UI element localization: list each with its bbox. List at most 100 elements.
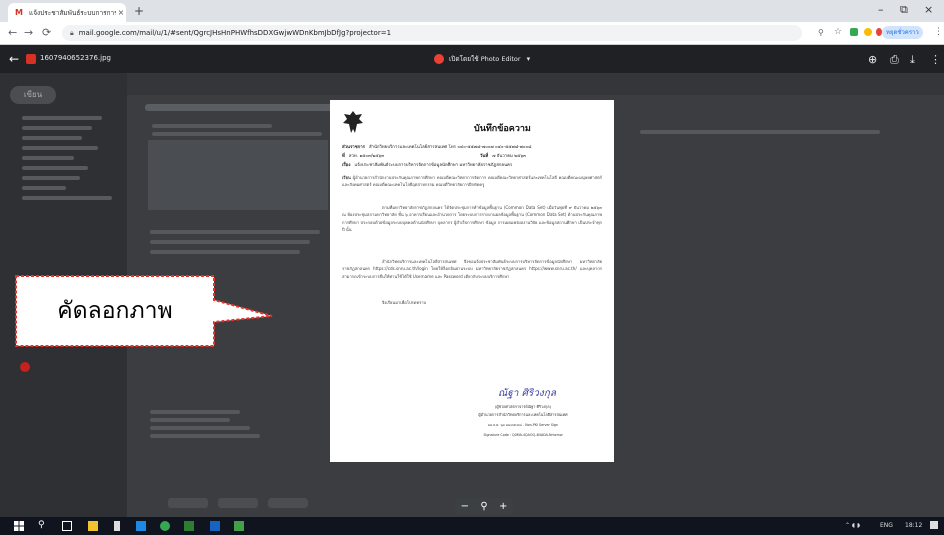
- chrome-icon[interactable]: [160, 521, 170, 531]
- sidebar-item: [22, 126, 92, 130]
- reply-all-button[interactable]: [218, 498, 258, 508]
- zoom-icon[interactable]: ⚲: [480, 501, 487, 512]
- email-body-line: [152, 132, 322, 136]
- browser-tab-strip: M แจ้งประชาสัมพันธ์ระบบการการบริหาร × + …: [0, 0, 944, 22]
- clock[interactable]: 18:12: [905, 522, 922, 529]
- lock-icon: 🔒︎: [70, 29, 74, 37]
- menu-icon[interactable]: ⋮: [934, 27, 943, 37]
- sidebar-item: [22, 136, 82, 140]
- email-footer-line: [150, 434, 260, 438]
- forward-button[interactable]: [268, 498, 308, 508]
- zoom-out-button[interactable]: −: [461, 501, 469, 512]
- gmail-header: [127, 73, 944, 95]
- file-name: 1607940652376.jpg: [40, 54, 111, 62]
- dept-value: สำนักวิทยบริการและเทคโนโลยีสารสนเทศ โทร …: [368, 145, 532, 150]
- new-tab-button[interactable]: +: [134, 4, 144, 18]
- search-icon[interactable]: ⚲: [818, 28, 824, 37]
- open-with-button[interactable]: เปิดโดยใช้ Photo Editor ▾: [434, 52, 530, 66]
- signer-name: (ผู้ช่วยศาสตราจารย์ณัฐา ศิริวงกุล): [494, 404, 552, 409]
- email-body-line: [150, 240, 310, 244]
- search-icon[interactable]: ⚲: [38, 520, 48, 530]
- address-bar[interactable]: 🔒︎ mail.google.com/mail/u/1/#sent/QgrcJHs…: [62, 25, 802, 41]
- excel-icon[interactable]: [184, 521, 194, 531]
- signed-note: ๑๑ ธ.ค. ๖๓ ๑๑:๓๕:๓๘ - Non-PKI Server Sig…: [487, 423, 559, 427]
- sidebar-item: [22, 156, 74, 160]
- sidebar-item: [22, 176, 80, 180]
- photo-editor-icon: [434, 54, 444, 64]
- email-footer-line: [150, 418, 230, 422]
- windows-start-icon[interactable]: [14, 521, 24, 531]
- zoom-controls: − ⚲ +: [455, 498, 513, 514]
- subject-value: แจ้งประชาสัมพันธ์ระบบการบริหารจัดการข้อม…: [354, 163, 513, 168]
- dept-label: ส่วนราชการ: [342, 145, 365, 150]
- profile-button[interactable]: หยุดชั่วคราว: [882, 26, 923, 39]
- to-label: เรียน: [342, 175, 351, 180]
- tab-close-button[interactable]: ×: [116, 8, 126, 17]
- extension-icon[interactable]: [864, 28, 872, 36]
- document-image[interactable]: บันทึกข้อความ ส่วนราชการ สำนักวิทยบริการแ…: [330, 100, 614, 462]
- ref-label: ที่: [342, 154, 345, 159]
- email-body-line: [150, 250, 300, 254]
- app-icon[interactable]: [136, 521, 146, 531]
- extension-icon[interactable]: [850, 28, 858, 36]
- email-sender-line: [152, 124, 272, 128]
- sidebar-item: [22, 196, 112, 200]
- compose-button[interactable]: เขียน: [10, 86, 56, 104]
- word-icon[interactable]: [210, 521, 220, 531]
- to-value: ผู้อำนวยการสำนักงานประกันคุณภาพการศึกษา …: [342, 175, 602, 188]
- date-value: ๗ ธันวาคม ๒๕๖๓: [492, 154, 526, 159]
- minimize-button[interactable]: –: [878, 3, 884, 16]
- app-icon[interactable]: [114, 521, 120, 531]
- address-row: ← → ⟳ 🔒︎ mail.google.com/mail/u/1/#sent/Q…: [0, 22, 944, 45]
- chevron-down-icon: ▾: [526, 55, 531, 63]
- sidebar-item: [22, 186, 66, 190]
- subject-label: เรื่อง: [342, 163, 351, 168]
- image-viewer-toolbar: ← 1607940652376.jpg เปิดโดยใช้ Photo Edi…: [0, 45, 944, 73]
- email-footer-line: [150, 410, 240, 414]
- body-paragraph-1: ตามที่มหาวิทยาลัยราชภัฏสกลนคร ได้จัดประช…: [342, 205, 602, 232]
- open-with-label: เปิดโดยใช้ Photo Editor: [449, 55, 521, 63]
- system-tray-icons[interactable]: ⌃ ◖ ◗: [845, 522, 860, 529]
- close-window-button[interactable]: ×: [924, 3, 933, 16]
- back-icon[interactable]: ←: [8, 26, 17, 39]
- callout-text: คัดลอกภาพ: [57, 298, 173, 324]
- garuda-emblem-icon: [343, 111, 363, 133]
- email-body-line: [150, 230, 320, 234]
- forward-icon[interactable]: →: [24, 26, 33, 39]
- more-icon[interactable]: ⋮: [930, 53, 941, 66]
- language-indicator[interactable]: ENG: [880, 522, 893, 529]
- notification-dot: [20, 362, 30, 372]
- zoom-in-button[interactable]: +: [499, 501, 507, 512]
- closing-line: จึงเรียนมาเพื่อโปรดทราบ: [382, 300, 427, 305]
- app-icon[interactable]: [234, 521, 244, 531]
- sidebar-item: [22, 166, 88, 170]
- windows-taskbar: ⚲ ⌃ ◖ ◗ ENG 18:12: [0, 517, 944, 535]
- print-icon[interactable]: ⎙: [890, 53, 899, 67]
- download-icon[interactable]: ⤓: [910, 53, 915, 67]
- signer-title: ผู้อำนวยการสำนักวิทยบริการและเทคโนโลยีสา…: [478, 412, 568, 417]
- star-icon[interactable]: ☆: [834, 27, 842, 37]
- add-to-drive-icon[interactable]: ⊕: [868, 53, 877, 66]
- image-file-icon: [26, 54, 36, 64]
- tab-title: แจ้งประชาสัมพันธ์ระบบการการบริหาร: [29, 8, 116, 17]
- gmail-icon: M: [15, 8, 23, 17]
- reload-icon[interactable]: ⟳: [42, 26, 51, 39]
- body-paragraph-2: สำนักวิทยบริการและเทคโนโลยีสารสนเทศ จึงข…: [342, 259, 602, 279]
- browser-tab[interactable]: M แจ้งประชาสัมพันธ์ระบบการการบริหาร ×: [8, 3, 126, 22]
- task-view-icon[interactable]: [62, 521, 72, 531]
- file-explorer-icon[interactable]: [88, 521, 98, 531]
- attachment-thumbnail: [148, 140, 328, 210]
- email-body-line: [640, 130, 880, 134]
- notification-icon[interactable]: [930, 521, 938, 529]
- signature-code: Signature Code : Q0MA-4QAOQ-4NADA-Nmxmw: [483, 433, 563, 437]
- date-label: วันที่: [480, 154, 489, 159]
- restore-button[interactable]: ⧉: [900, 3, 908, 17]
- url-text: mail.google.com/mail/u/1/#sent/QgrcJHsHn…: [78, 29, 392, 37]
- email-footer-line: [150, 426, 250, 430]
- handwritten-signature: ณัฐา ศิริวงกุล: [498, 388, 556, 399]
- arrow-left-icon[interactable]: ←: [9, 52, 19, 66]
- document-title: บันทึกข้อความ: [474, 124, 531, 134]
- sidebar-item: [22, 116, 102, 120]
- reply-button[interactable]: [168, 498, 208, 508]
- sidebar-item: [22, 146, 98, 150]
